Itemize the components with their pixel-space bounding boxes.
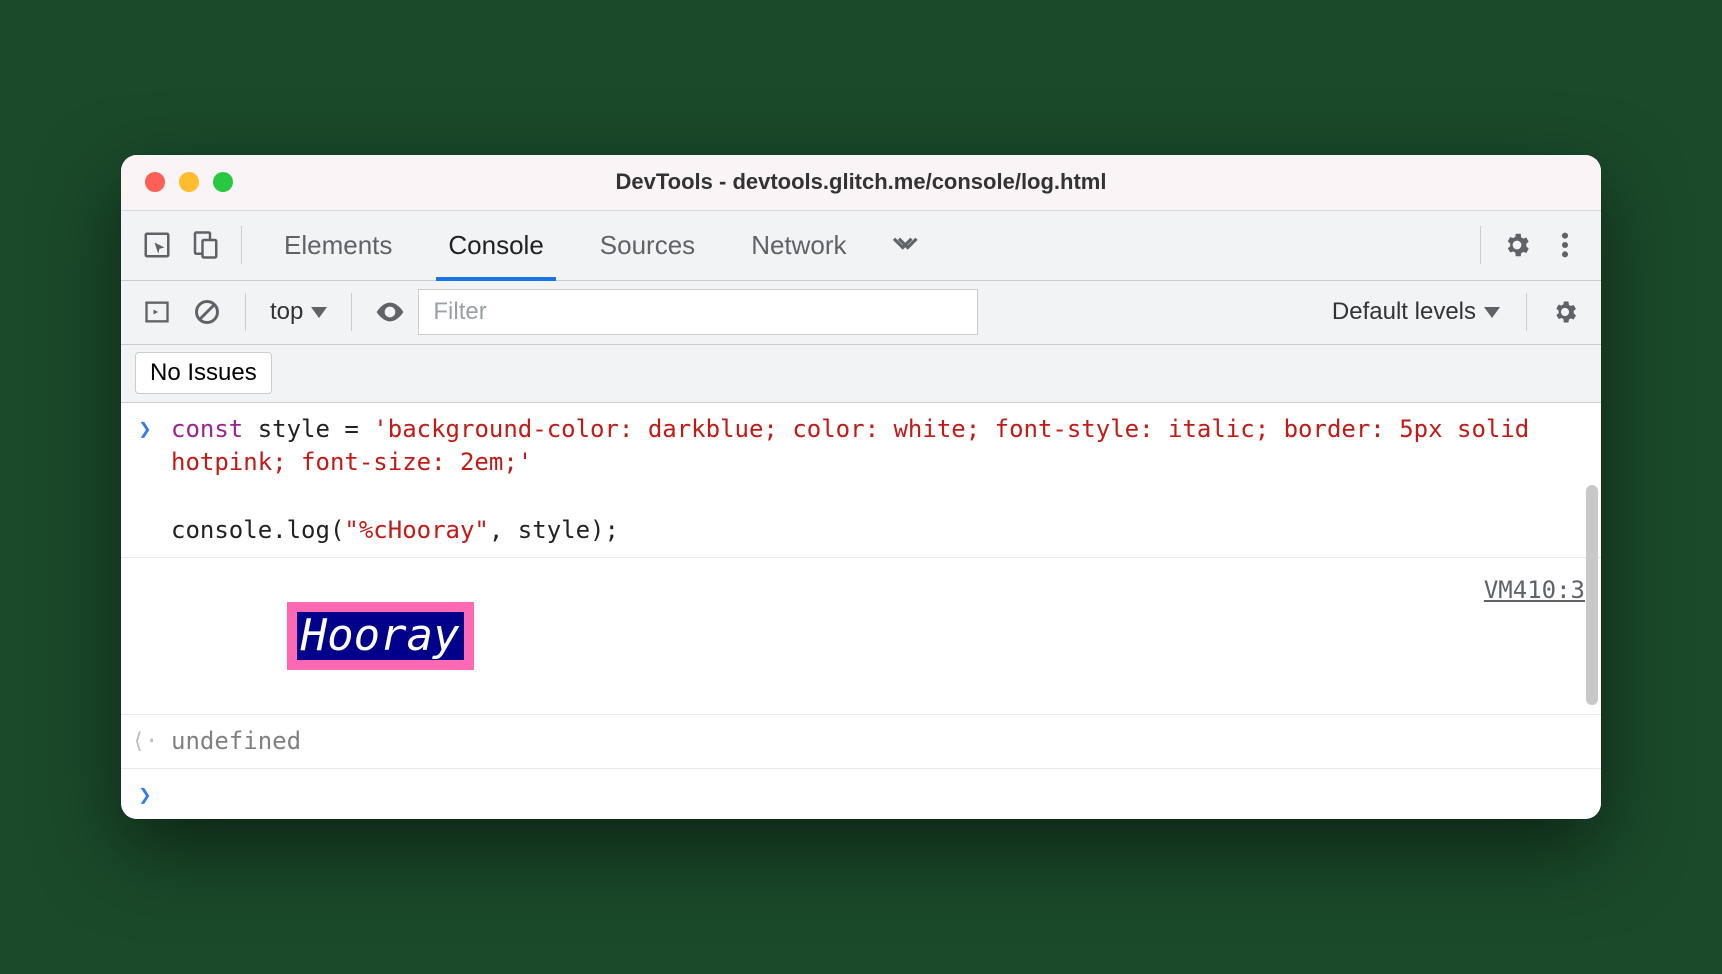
settings-gear-icon[interactable] xyxy=(1495,223,1539,267)
divider xyxy=(1526,293,1527,331)
tab-console[interactable]: Console xyxy=(420,210,571,280)
console-toolbar: top Default levels xyxy=(121,281,1601,345)
clear-console-icon[interactable] xyxy=(185,290,229,334)
console-return-row: ⟨· undefined xyxy=(121,715,1601,770)
issues-bar: No Issues xyxy=(121,345,1601,403)
tab-sources[interactable]: Sources xyxy=(572,210,723,280)
console-output: ❯ const style = 'background-color: darkb… xyxy=(121,403,1601,820)
return-value: undefined xyxy=(171,727,301,755)
scrollbar-thumb[interactable] xyxy=(1586,485,1598,705)
minimize-window-button[interactable] xyxy=(179,172,199,192)
console-log-row: Hooray VM410:3 xyxy=(121,558,1601,715)
titlebar: DevTools - devtools.glitch.me/console/lo… xyxy=(121,155,1601,211)
divider xyxy=(241,226,242,264)
divider xyxy=(245,293,246,331)
code-content: const style = 'background-color: darkblu… xyxy=(171,413,1585,547)
traffic-lights xyxy=(145,172,233,192)
chevron-down-icon xyxy=(311,307,327,318)
maximize-window-button[interactable] xyxy=(213,172,233,192)
panel-tabs: Elements Console Sources Network xyxy=(256,210,875,280)
console-sidebar-toggle-icon[interactable] xyxy=(135,290,179,334)
console-prompt-row[interactable]: ❯ xyxy=(121,769,1601,819)
tab-network[interactable]: Network xyxy=(723,210,874,280)
main-toolbar: Elements Console Sources Network xyxy=(121,211,1601,281)
prompt-chevron-icon: ❯ xyxy=(138,417,151,442)
device-toggle-icon[interactable] xyxy=(183,223,227,267)
log-levels-selector[interactable]: Default levels xyxy=(1332,298,1510,326)
more-options-icon[interactable] xyxy=(1543,223,1587,267)
close-window-button[interactable] xyxy=(145,172,165,192)
devtools-window: DevTools - devtools.glitch.me/console/lo… xyxy=(121,155,1601,820)
console-input-row[interactable]: ❯ const style = 'background-color: darkb… xyxy=(121,403,1601,558)
context-label: top xyxy=(270,298,303,326)
issues-badge[interactable]: No Issues xyxy=(135,352,272,394)
more-tabs-icon[interactable] xyxy=(879,223,929,267)
source-link[interactable]: VM410:3 xyxy=(1484,568,1585,604)
inspect-element-icon[interactable] xyxy=(135,223,179,267)
divider xyxy=(1480,226,1481,264)
styled-output: Hooray xyxy=(287,602,474,670)
execution-context-selector[interactable]: top xyxy=(262,294,335,330)
chevron-down-icon xyxy=(1484,307,1500,318)
filter-input[interactable] xyxy=(418,289,978,335)
prompt-chevron-icon: ❯ xyxy=(138,783,151,809)
live-expression-eye-icon[interactable] xyxy=(368,290,412,334)
divider xyxy=(351,293,352,331)
console-settings-gear-icon[interactable] xyxy=(1543,290,1587,334)
window-title: DevTools - devtools.glitch.me/console/lo… xyxy=(121,169,1601,195)
levels-label: Default levels xyxy=(1332,298,1476,326)
tab-elements[interactable]: Elements xyxy=(256,210,420,280)
return-chevron-icon: ⟨· xyxy=(132,729,159,754)
